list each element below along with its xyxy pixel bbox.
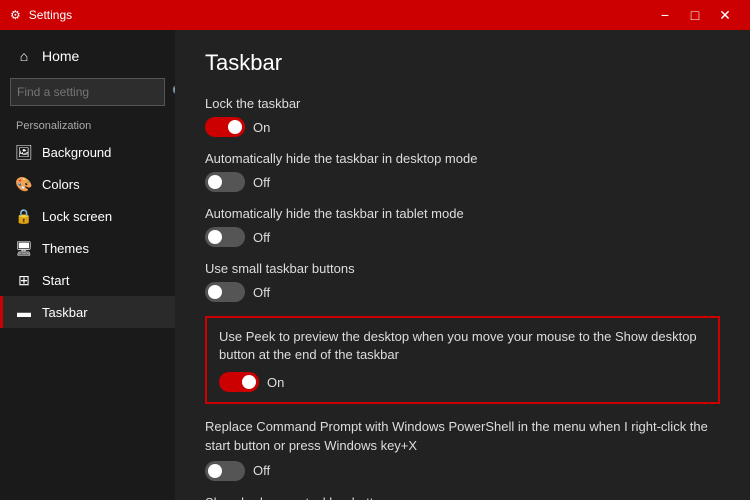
search-box[interactable]: 🔍 [10,78,165,106]
sidebar-home[interactable]: ⌂ Home [0,40,175,72]
lock-taskbar-label: Lock the taskbar [205,96,720,111]
replace-command-label: Replace Command Prompt with Windows Powe… [205,418,720,454]
auto-hide-tablet-label: Automatically hide the taskbar in tablet… [205,206,720,221]
peek-toggle-text: On [267,375,284,390]
auto-hide-desktop-toggle-text: Off [253,175,270,190]
sidebar-item-colors[interactable]: 🎨 Colors [0,168,175,200]
auto-hide-tablet-toggle[interactable] [205,227,245,247]
sidebar: ⌂ Home 🔍 Personalization 🖼 Background 🎨 … [0,30,175,500]
setting-peek-highlighted: Use Peek to preview the desktop when you… [205,316,720,404]
close-button[interactable]: ✕ [710,0,740,30]
setting-show-badges: Show badges on taskbar buttons On [205,495,720,500]
lock-taskbar-toggle[interactable] [205,117,245,137]
sidebar-item-lock-label: Lock screen [42,209,112,224]
small-buttons-label: Use small taskbar buttons [205,261,720,276]
small-buttons-toggle-text: Off [253,285,270,300]
maximize-button[interactable]: □ [680,0,710,30]
start-icon: ⊞ [16,272,32,288]
replace-command-toggle-text: Off [253,463,270,478]
setting-small-buttons: Use small taskbar buttons Off [205,261,720,302]
search-input[interactable] [17,85,172,99]
title-bar-controls: − □ ✕ [650,0,740,30]
sidebar-item-start-label: Start [42,273,69,288]
settings-app-icon: ⚙ [10,8,21,22]
title-bar: ⚙ Settings − □ ✕ [0,0,750,30]
minimize-button[interactable]: − [650,0,680,30]
home-icon: ⌂ [16,48,32,64]
sidebar-item-themes-label: Themes [42,241,89,256]
sidebar-item-start[interactable]: ⊞ Start [0,264,175,296]
small-buttons-toggle[interactable] [205,282,245,302]
title-bar-left: ⚙ Settings [10,8,72,22]
lock-icon: 🔒 [16,208,32,224]
sidebar-section-label: Personalization [0,112,175,136]
sidebar-item-taskbar-label: Taskbar [42,305,88,320]
auto-hide-tablet-toggle-text: Off [253,230,270,245]
show-badges-label: Show badges on taskbar buttons [205,495,720,500]
main-content: Taskbar Lock the taskbar On Automaticall… [175,30,750,500]
lock-taskbar-toggle-text: On [253,120,270,135]
sidebar-item-themes[interactable]: 🖥 Themes [0,232,175,264]
replace-command-toggle[interactable] [205,461,245,481]
page-title: Taskbar [205,50,720,76]
colors-icon: 🎨 [16,176,32,192]
peek-toggle[interactable] [219,372,259,392]
auto-hide-desktop-label: Automatically hide the taskbar in deskto… [205,151,720,166]
setting-replace-command: Replace Command Prompt with Windows Powe… [205,418,720,480]
sidebar-home-label: Home [42,48,79,64]
setting-auto-hide-desktop: Automatically hide the taskbar in deskto… [205,151,720,192]
background-icon: 🖼 [16,144,32,160]
app-body: ⌂ Home 🔍 Personalization 🖼 Background 🎨 … [0,30,750,500]
sidebar-item-taskbar[interactable]: ▬ Taskbar [0,296,175,328]
peek-label: Use Peek to preview the desktop when you… [219,328,706,364]
themes-icon: 🖥 [16,240,32,256]
auto-hide-desktop-toggle[interactable] [205,172,245,192]
sidebar-item-background[interactable]: 🖼 Background [0,136,175,168]
taskbar-icon: ▬ [16,304,32,320]
title-bar-title: Settings [29,8,72,22]
sidebar-item-colors-label: Colors [42,177,80,192]
sidebar-item-lock-screen[interactable]: 🔒 Lock screen [0,200,175,232]
setting-lock-taskbar: Lock the taskbar On [205,96,720,137]
setting-auto-hide-tablet: Automatically hide the taskbar in tablet… [205,206,720,247]
sidebar-item-background-label: Background [42,145,111,160]
